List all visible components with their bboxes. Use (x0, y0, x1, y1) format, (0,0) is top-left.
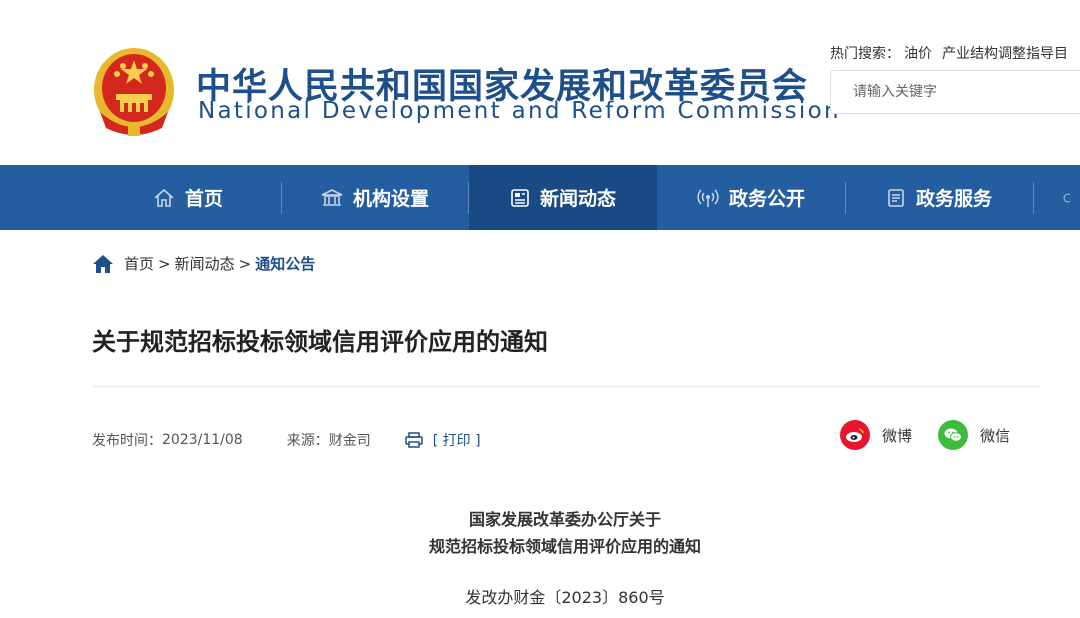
document-heading-line1: 国家发展改革委办公厅关于 (468, 510, 661, 529)
nav-item-news[interactable]: 新闻动态 (469, 165, 657, 230)
weibo-label: 微博 (882, 426, 913, 445)
broadcast-icon (697, 188, 719, 207)
printer-icon (404, 432, 423, 448)
breadcrumb-separator: > (158, 254, 171, 273)
breadcrumb-separator: > (238, 254, 252, 273)
circle-icon (1063, 193, 1070, 202)
breadcrumb-section[interactable]: 新闻动态 (175, 253, 235, 274)
source-value: 财金司 (328, 433, 371, 449)
article-title: 关于规范招标投标领域信用评价应用的通知 (92, 328, 548, 356)
wechat-label: 微信 (980, 426, 1011, 445)
hot-search-label: 热门搜索： (830, 46, 900, 62)
institution-icon (321, 188, 343, 206)
brand-title-en[interactable]: National Development and Reform Commissi… (198, 98, 841, 124)
site-header: 中华人民共和国国家发展和改革委员会 National Development a… (0, 0, 1080, 165)
home-icon (154, 188, 174, 207)
nav-item-home[interactable]: 首页 (95, 165, 281, 230)
nav-item-gov-affairs[interactable]: 政务公开 (658, 165, 844, 230)
nav-item-label: 首页 (184, 188, 223, 210)
document-number: 发改办财金〔2023〕860号 (465, 588, 665, 607)
nav-item-label: 政务服务 (915, 188, 992, 210)
breadcrumb: 首页 > 新闻动态 > 通知公告 (92, 253, 315, 274)
nav-item-label: 新闻动态 (539, 188, 616, 210)
breadcrumb-current[interactable]: 通知公告 (255, 253, 315, 274)
document-icon (888, 188, 904, 207)
document-heading-line2: 规范招标投标领域信用评价应用的通知 (428, 537, 701, 556)
search-input[interactable] (831, 71, 1080, 113)
nav-item-more[interactable] (1060, 165, 1080, 230)
wechat-icon (938, 420, 968, 450)
search-box (830, 70, 1080, 114)
publish-date: 2023/11/08 (162, 432, 243, 448)
nav-item-institution[interactable]: 机构设置 (282, 165, 468, 230)
share-wechat[interactable]: 微信 (938, 420, 1010, 450)
nav-item-label: 机构设置 (352, 188, 429, 210)
share-weibo[interactable]: 微博 (840, 420, 912, 450)
hot-search-item[interactable]: 产业结构调整指导目 (942, 46, 1068, 62)
nav-divider (1033, 182, 1034, 214)
hot-search: 热门搜索： 油价 产业结构调整指导目 (830, 43, 1074, 63)
title-divider (92, 386, 1040, 387)
publish-label: 发布时间： (92, 433, 162, 449)
nav-item-gov-services[interactable]: 政务服务 (846, 165, 1032, 230)
print-label: [ 打印 ] (432, 433, 481, 449)
main-nav: 首页 机构设置 新闻动态 政务公开 政务服务 (0, 165, 1080, 230)
national-emblem-icon[interactable] (92, 46, 176, 138)
article-meta: 发布时间： 2023/11/08 来源： 财金司 [ 打印 ] (92, 430, 481, 450)
news-icon (511, 188, 529, 207)
home-icon (93, 254, 113, 273)
weibo-icon (840, 420, 870, 450)
source-label: 来源： (286, 433, 329, 449)
nav-item-label: 政务公开 (728, 188, 805, 210)
hot-search-item[interactable]: 油价 (904, 46, 932, 62)
print-button[interactable]: [ 打印 ] (404, 430, 481, 450)
breadcrumb-home[interactable]: 首页 (124, 253, 154, 274)
